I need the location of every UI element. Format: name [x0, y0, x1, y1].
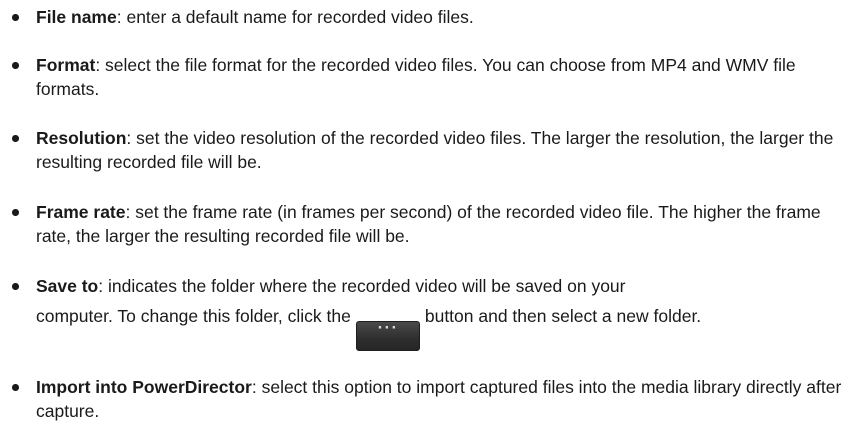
item-text: File name: enter a default name for reco…: [36, 5, 846, 29]
document-page: File name: enter a default name for reco…: [0, 0, 858, 446]
bullet: [12, 14, 19, 21]
description: : set the frame rate (in frames per seco…: [36, 202, 821, 246]
term-import-into-powerdirector: Import into PowerDirector: [36, 377, 252, 397]
description-part-2: computer. To change this folder, click t…: [36, 306, 351, 326]
bullet: [12, 135, 19, 142]
item-text: Save to: indicates the folder where the …: [36, 274, 846, 351]
description: : set the video resolution of the record…: [36, 128, 834, 172]
description-part-3: button and then select a new folder.: [424, 306, 702, 326]
term-file-name: File name: [36, 7, 117, 27]
browse-folder-button[interactable]: ···: [355, 321, 420, 351]
bullet: [12, 283, 19, 290]
bullet: [12, 62, 19, 69]
bullet: [12, 384, 19, 391]
item-text: Frame rate: set the frame rate (in frame…: [36, 200, 836, 248]
description: : enter a default name for recorded vide…: [116, 7, 474, 27]
term-save-to: Save to: [36, 276, 99, 296]
description-continued: computer. To change this folder, click t…: [36, 304, 846, 351]
item-text: Import into PowerDirector: select this o…: [36, 375, 846, 423]
description: : indicates the folder where the recorde…: [98, 276, 626, 296]
bullet: [12, 209, 19, 216]
term-format: Format: [36, 55, 96, 75]
description: : select the file format for the recorde…: [36, 55, 796, 99]
item-text: Format: select the file format for the r…: [36, 53, 796, 101]
term-resolution: Resolution: [36, 128, 127, 148]
term-frame-rate: Frame rate: [36, 202, 126, 222]
item-text: Resolution: set the video resolution of …: [36, 126, 846, 174]
